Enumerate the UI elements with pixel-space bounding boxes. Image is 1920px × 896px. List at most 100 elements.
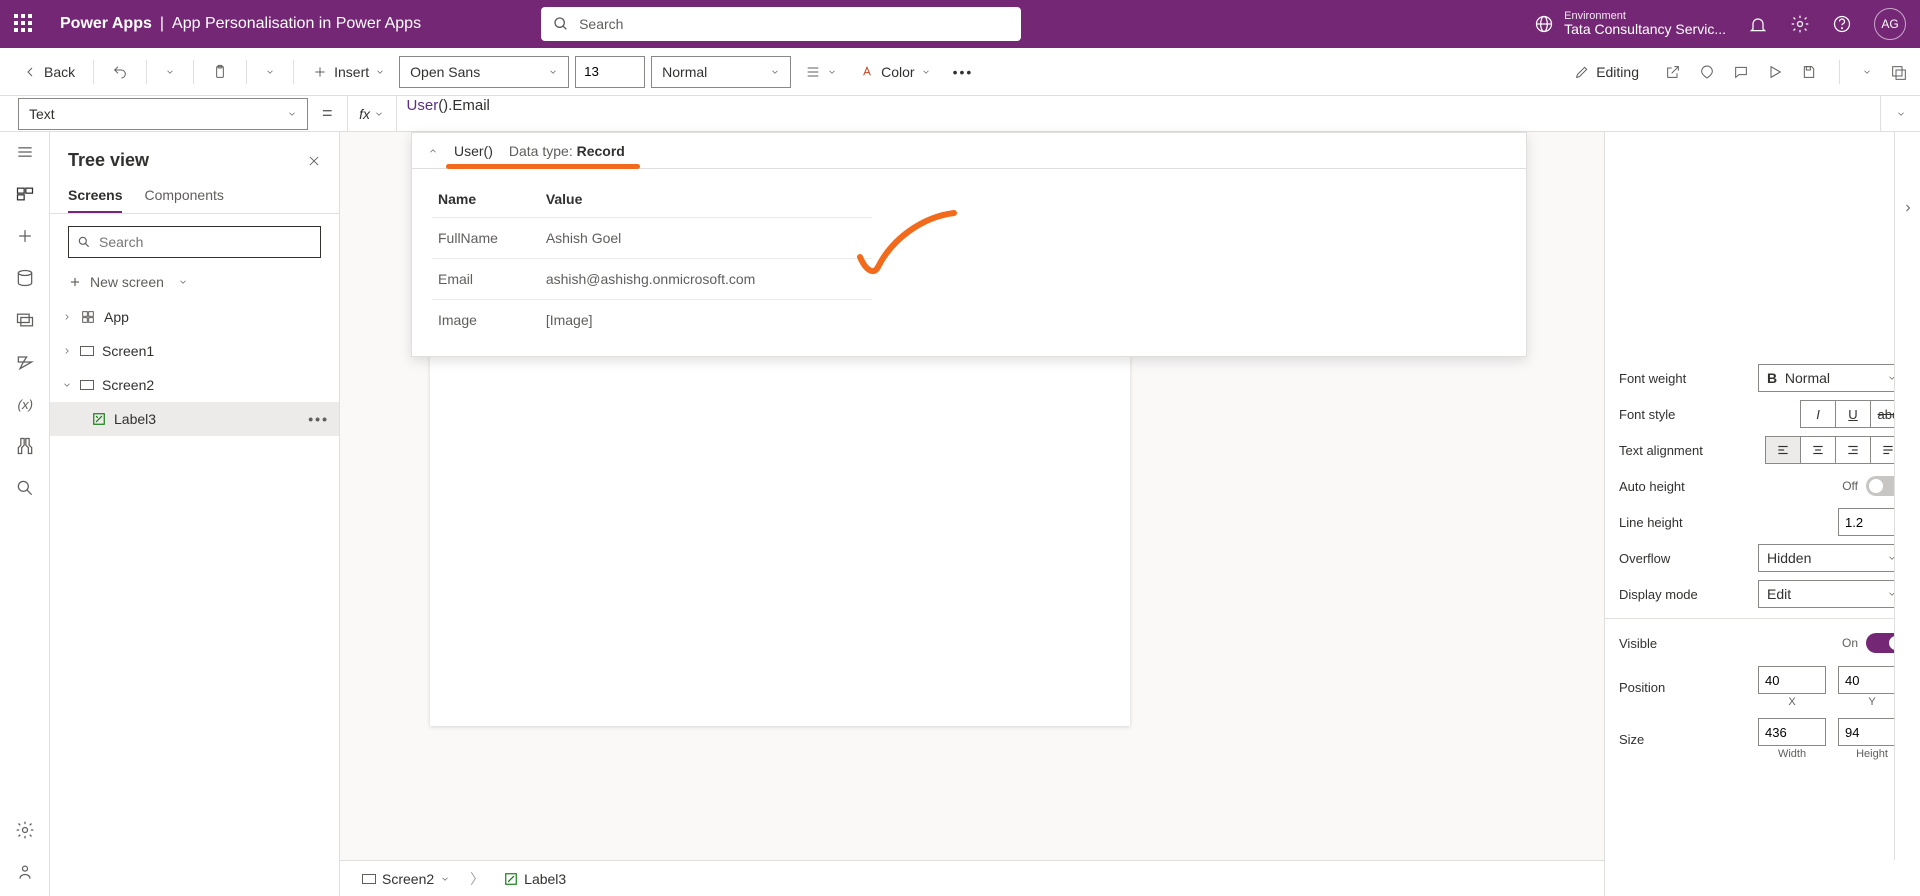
environment-picker[interactable]: Environment Tata Consultancy Servic...: [1534, 10, 1726, 37]
separator: [93, 60, 94, 84]
label-control-icon: [504, 872, 518, 886]
tab-screens[interactable]: Screens: [68, 179, 122, 213]
tree-search-input[interactable]: [99, 234, 312, 250]
font-size-input[interactable]: [575, 56, 645, 88]
save-menu-chevron-icon[interactable]: [1862, 67, 1872, 77]
formula-bar: Text = fx User().Email: [0, 96, 1920, 132]
prop-visible: Visible On: [1605, 625, 1920, 661]
breadcrumb-control[interactable]: Label3: [496, 863, 574, 895]
play-icon[interactable]: [1767, 64, 1783, 80]
chevron-down-icon: [62, 380, 72, 390]
save-icon[interactable]: [1801, 64, 1817, 80]
chevron-down-icon: [548, 67, 558, 77]
back-label: Back: [44, 64, 75, 80]
undo-button[interactable]: [104, 56, 136, 88]
help-icon[interactable]: [1832, 14, 1852, 34]
more-commands[interactable]: •••: [945, 56, 982, 88]
font-weight-dropdown[interactable]: B Normal: [1758, 364, 1906, 392]
align-icon: [805, 64, 821, 80]
settings-icon[interactable]: [1790, 14, 1810, 34]
align-right-button[interactable]: [1835, 436, 1871, 464]
side-expand-toggle[interactable]: [1894, 132, 1920, 860]
more-icon[interactable]: •••: [308, 411, 329, 427]
back-button[interactable]: Back: [14, 56, 83, 88]
formula-fn: User: [407, 97, 439, 114]
paste-button[interactable]: [204, 56, 236, 88]
app-checker-icon[interactable]: [1699, 64, 1715, 80]
size-width-input[interactable]: [1758, 718, 1826, 746]
chevron-right-icon: [62, 312, 72, 322]
breadcrumb-screen[interactable]: Screen2: [354, 863, 458, 895]
user-avatar[interactable]: AG: [1874, 8, 1906, 40]
power-automate-icon[interactable]: [15, 352, 35, 372]
tree-view-icon[interactable]: [15, 184, 35, 204]
comments-icon[interactable]: [1733, 64, 1749, 80]
position-x-input[interactable]: [1758, 666, 1826, 694]
font-family-select[interactable]: Open Sans: [399, 56, 569, 88]
close-icon[interactable]: [307, 154, 321, 168]
align-center-button[interactable]: [1800, 436, 1836, 464]
tree-view-title: Tree view: [68, 150, 149, 171]
auto-height-value: Off: [1842, 479, 1858, 493]
data-icon[interactable]: [15, 268, 35, 288]
app-launcher-icon[interactable]: [14, 14, 34, 34]
command-bar: Back Insert Open Sans Normal Color •••: [0, 48, 1920, 96]
separator: [193, 60, 194, 84]
back-arrow-icon: [22, 64, 38, 80]
align-button[interactable]: [797, 56, 845, 88]
breadcrumb-screen-label: Screen2: [382, 871, 434, 887]
insert-label: Insert: [334, 64, 369, 80]
prop-overflow: Overflow Hidden: [1605, 540, 1920, 576]
overflow-dropdown[interactable]: Hidden: [1758, 544, 1906, 572]
align-left-button[interactable]: [1765, 436, 1801, 464]
undo-icon: [112, 64, 128, 80]
expand-formula-button[interactable]: [1880, 96, 1920, 132]
overflow-value: Hidden: [1767, 550, 1811, 566]
paste-menu[interactable]: [257, 56, 283, 88]
property-selector[interactable]: Text: [18, 98, 308, 130]
underline-button[interactable]: U: [1835, 400, 1871, 428]
editing-mode-button[interactable]: Editing: [1566, 56, 1647, 88]
color-button[interactable]: Color: [851, 56, 938, 88]
insert-rail-icon[interactable]: [15, 226, 35, 246]
tree-item-app[interactable]: App: [50, 300, 339, 334]
result-datatype: Data type: Record: [509, 143, 625, 159]
row-value: Ashish Goel: [540, 218, 872, 259]
tree-item-screen1[interactable]: Screen1: [50, 334, 339, 368]
tools-icon[interactable]: [15, 436, 35, 456]
virtual-agent-icon[interactable]: [15, 862, 35, 882]
globe-icon: [1534, 14, 1554, 34]
prop-font-weight: Font weight B Normal: [1605, 360, 1920, 396]
prop-display-mode: Display mode Edit: [1605, 576, 1920, 612]
fx-button[interactable]: fx: [347, 96, 397, 132]
search-rail-icon[interactable]: [15, 478, 35, 498]
new-screen-label: New screen: [90, 274, 164, 290]
variables-icon[interactable]: (x): [15, 394, 35, 414]
media-icon[interactable]: [15, 310, 35, 330]
tab-components[interactable]: Components: [144, 179, 223, 213]
chevron-down-icon: [265, 67, 275, 77]
hamburger-icon[interactable]: [15, 142, 35, 162]
settings-rail-icon[interactable]: [15, 820, 35, 840]
undo-menu[interactable]: [157, 56, 183, 88]
italic-button[interactable]: I: [1800, 400, 1836, 428]
share-icon[interactable]: [1665, 64, 1681, 80]
formula-result-panel: User() Data type: Record NameValue FullN…: [411, 132, 1527, 357]
font-weight-select[interactable]: Normal: [651, 56, 791, 88]
chevron-up-icon[interactable]: [428, 146, 438, 156]
publish-icon[interactable]: [1890, 64, 1906, 80]
tree-item-screen2[interactable]: Screen2: [50, 368, 339, 402]
product-name: Power Apps: [60, 15, 152, 33]
tree-item-label3[interactable]: Label3 •••: [50, 402, 339, 436]
app-title: Power Apps | App Personalisation in Powe…: [60, 15, 421, 33]
display-mode-dropdown[interactable]: Edit: [1758, 580, 1906, 608]
search-box[interactable]: Search: [541, 7, 1021, 41]
formula-input[interactable]: User().Email: [397, 96, 1880, 132]
new-screen-button[interactable]: New screen: [50, 270, 339, 300]
search-icon: [77, 235, 91, 249]
properties-panel: Font weight B Normal Font style I U abc …: [1604, 132, 1920, 896]
ellipsis-icon: •••: [953, 64, 974, 80]
tree-search[interactable]: [68, 226, 321, 258]
notifications-icon[interactable]: [1748, 14, 1768, 34]
insert-button[interactable]: Insert: [304, 56, 393, 88]
